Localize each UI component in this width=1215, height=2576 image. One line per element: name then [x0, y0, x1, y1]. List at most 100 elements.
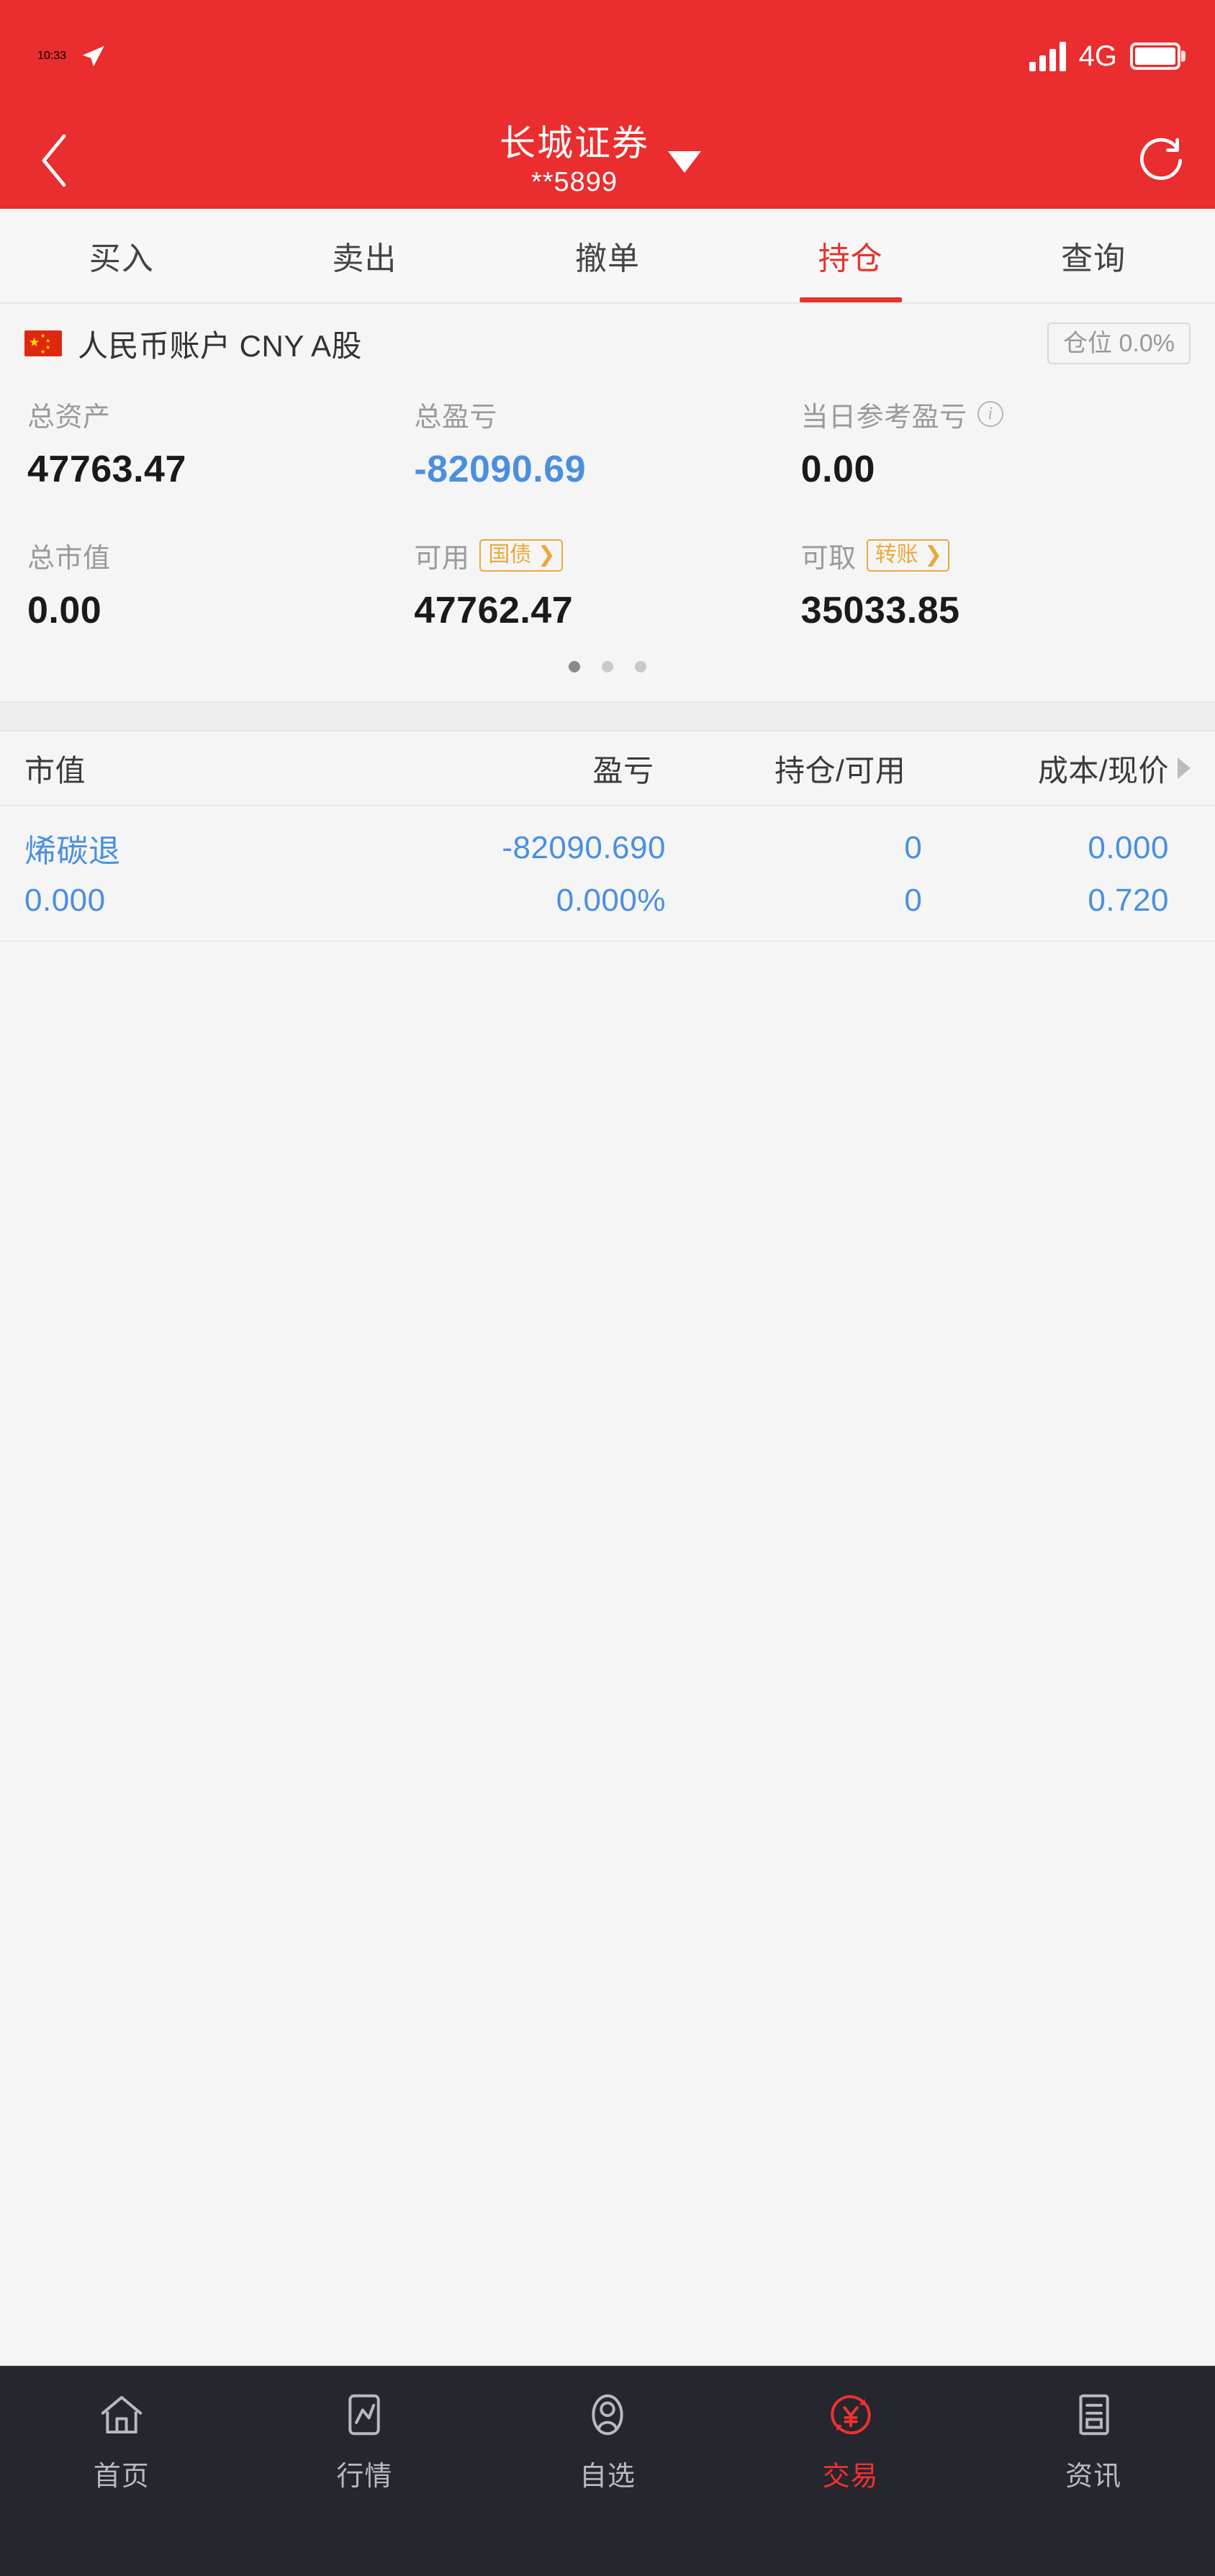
nav-item-watchlist[interactable]: 自选: [486, 2387, 729, 2493]
refresh-icon: [1140, 138, 1183, 180]
account-summary-panel: 总资产 47763.47 总盈亏 -82090.69 当日参考盈亏 i 0.00…: [0, 383, 1215, 632]
status-bar-time: 10:33: [37, 49, 67, 62]
account-switcher[interactable]: 长城证券 **5899: [94, 122, 1107, 199]
summary-value: 0.00: [27, 590, 102, 631]
column-header-holding-available: 持仓/可用: [774, 753, 906, 788]
trade-tabs: 买入 卖出 撤单 持仓 查询: [0, 209, 1215, 304]
summary-label: 总资产: [27, 402, 111, 433]
nav-item-market[interactable]: 行情: [243, 2387, 487, 2493]
summary-label-line: 总盈亏: [414, 395, 800, 433]
account-name-label: 人民币账户 CNY A股: [78, 328, 362, 363]
info-circle-icon[interactable]: i: [977, 401, 1003, 427]
news-icon: [1068, 2387, 1119, 2442]
chevron-right-icon[interactable]: [1178, 757, 1191, 779]
flag-star-large: ★: [29, 335, 40, 349]
summary-cell-withdrawable: 可取 转账 ❯ 35033.85: [801, 536, 1188, 632]
status-bar: 10:33 4G: [0, 0, 1215, 112]
china-flag-icon: ★ ★ ★ ★ ★: [24, 330, 62, 356]
nav-item-trade[interactable]: 交易: [729, 2387, 972, 2493]
account-number: **5899: [530, 166, 618, 197]
summary-label: 总盈亏: [414, 402, 497, 433]
refresh-button[interactable]: [1107, 112, 1215, 209]
transfer-button[interactable]: 转账 ❯: [866, 539, 950, 572]
tab-label: 撤单: [574, 241, 640, 276]
nav-label: 行情: [336, 2462, 393, 2492]
summary-label-line: 总资产: [27, 395, 414, 433]
nav-label: 交易: [822, 2462, 879, 2492]
summary-label: 可取: [800, 543, 857, 574]
nav-item-news[interactable]: 资讯: [972, 2387, 1215, 2493]
active-tab-indicator: [799, 297, 902, 302]
holding-profit-loss-percent: 0.000%: [556, 883, 666, 918]
app-header: 长城证券 **5899: [0, 112, 1215, 209]
header-titles: 长城证券 **5899: [500, 122, 649, 199]
summary-cell-available: 可用 国债 ❯ 47762.47: [414, 536, 800, 632]
holding-stock-name: 烯碳退: [24, 834, 121, 869]
holdings-table-header: 市值 盈亏 持仓/可用 成本/现价: [0, 731, 1215, 806]
holding-quantity: 0: [904, 830, 923, 865]
summary-cell-total-profit-loss: 总盈亏 -82090.69: [414, 395, 800, 491]
tab-label: 买入: [89, 241, 154, 276]
nav-item-home[interactable]: 首页: [0, 2387, 243, 2493]
tab-sell[interactable]: 卖出: [243, 209, 487, 302]
holding-current-price: 0.720: [1088, 883, 1169, 918]
summary-label-line: 可取 转账 ❯: [801, 536, 1188, 575]
holding-available-quantity: 0: [904, 883, 923, 918]
tab-label: 查询: [1061, 241, 1126, 276]
summary-row-1: 总资产 47763.47 总盈亏 -82090.69 当日参考盈亏 i 0.00: [0, 395, 1215, 491]
status-bar-right: 4G: [1029, 41, 1180, 71]
summary-value: 47763.47: [27, 449, 186, 490]
summary-cell-daily-profit-loss: 当日参考盈亏 i 0.00: [801, 395, 1188, 491]
market-chart-icon: [339, 2387, 389, 2442]
trade-yuan-icon: [826, 2387, 876, 2442]
table-row-line-primary: 烯碳退 -82090.690 0 0.000: [24, 825, 1191, 871]
home-icon: [96, 2387, 147, 2442]
network-type-label: 4G: [1078, 40, 1117, 72]
flag-star-small: ★: [45, 344, 51, 351]
page-title: 长城证券: [500, 122, 649, 163]
nav-label: 首页: [93, 2462, 150, 2492]
column-header-cost-price: 成本/现价: [1037, 753, 1169, 788]
pagination-dot[interactable]: [635, 661, 646, 672]
tab-positions[interactable]: 持仓: [729, 209, 972, 302]
pagination-dot[interactable]: [569, 661, 580, 672]
tab-buy[interactable]: 买入: [0, 209, 243, 302]
tab-cancel-order[interactable]: 撤单: [486, 209, 729, 302]
signal-bars-icon: [1029, 41, 1066, 71]
government-bond-button[interactable]: 国债 ❯: [479, 539, 563, 572]
bottom-navigation-bar: 首页 行情 自选 交易 资讯: [0, 2366, 1215, 2576]
summary-value: 35033.85: [800, 590, 960, 631]
table-row[interactable]: 烯碳退 -82090.690 0 0.000 0.000 0.000% 0 0.…: [0, 806, 1215, 942]
summary-label-line: 总市值: [27, 536, 414, 575]
tab-query[interactable]: 查询: [972, 209, 1215, 302]
holding-market-value: 0.000: [24, 883, 106, 918]
caret-down-icon: [668, 151, 701, 174]
tab-label: 持仓: [818, 241, 883, 276]
summary-cell-market-value: 总市值 0.00: [27, 536, 414, 632]
table-row-line-secondary: 0.000 0.000% 0 0.720: [24, 883, 1191, 919]
location-arrow-icon: [82, 45, 104, 66]
watchlist-person-icon: [582, 2387, 633, 2442]
summary-pagination-dots[interactable]: [0, 632, 1215, 701]
summary-label-line: 当日参考盈亏 i: [801, 395, 1188, 433]
tab-label: 卖出: [332, 241, 397, 276]
summary-cell-total-assets: 总资产 47763.47: [27, 395, 414, 491]
nav-label: 自选: [579, 2462, 636, 2492]
summary-value: 47762.47: [414, 590, 574, 631]
pagination-dot[interactable]: [602, 661, 613, 672]
summary-label: 当日参考盈亏: [800, 402, 967, 433]
nav-label: 资讯: [1065, 2462, 1122, 2492]
summary-label-line: 可用 国债 ❯: [414, 536, 800, 575]
column-header-profit-loss: 盈亏: [592, 753, 654, 788]
back-chevron-icon: [42, 134, 66, 186]
battery-full-icon: [1130, 42, 1180, 70]
summary-label: 可用: [414, 543, 470, 574]
status-bar-left: 10:33: [37, 42, 107, 70]
summary-value: -82090.69: [414, 449, 587, 490]
holding-cost-price: 0.000: [1088, 830, 1169, 865]
flag-star-small: ★: [40, 348, 46, 355]
back-button[interactable]: [0, 112, 108, 209]
summary-row-2: 总市值 0.00 可用 国债 ❯ 47762.47 可取 转账 ❯ 35033.…: [0, 536, 1215, 632]
column-header-market-value: 市值: [24, 753, 86, 788]
account-row[interactable]: ★ ★ ★ ★ ★ 人民币账户 CNY A股 仓位 0.0%: [0, 304, 1215, 383]
